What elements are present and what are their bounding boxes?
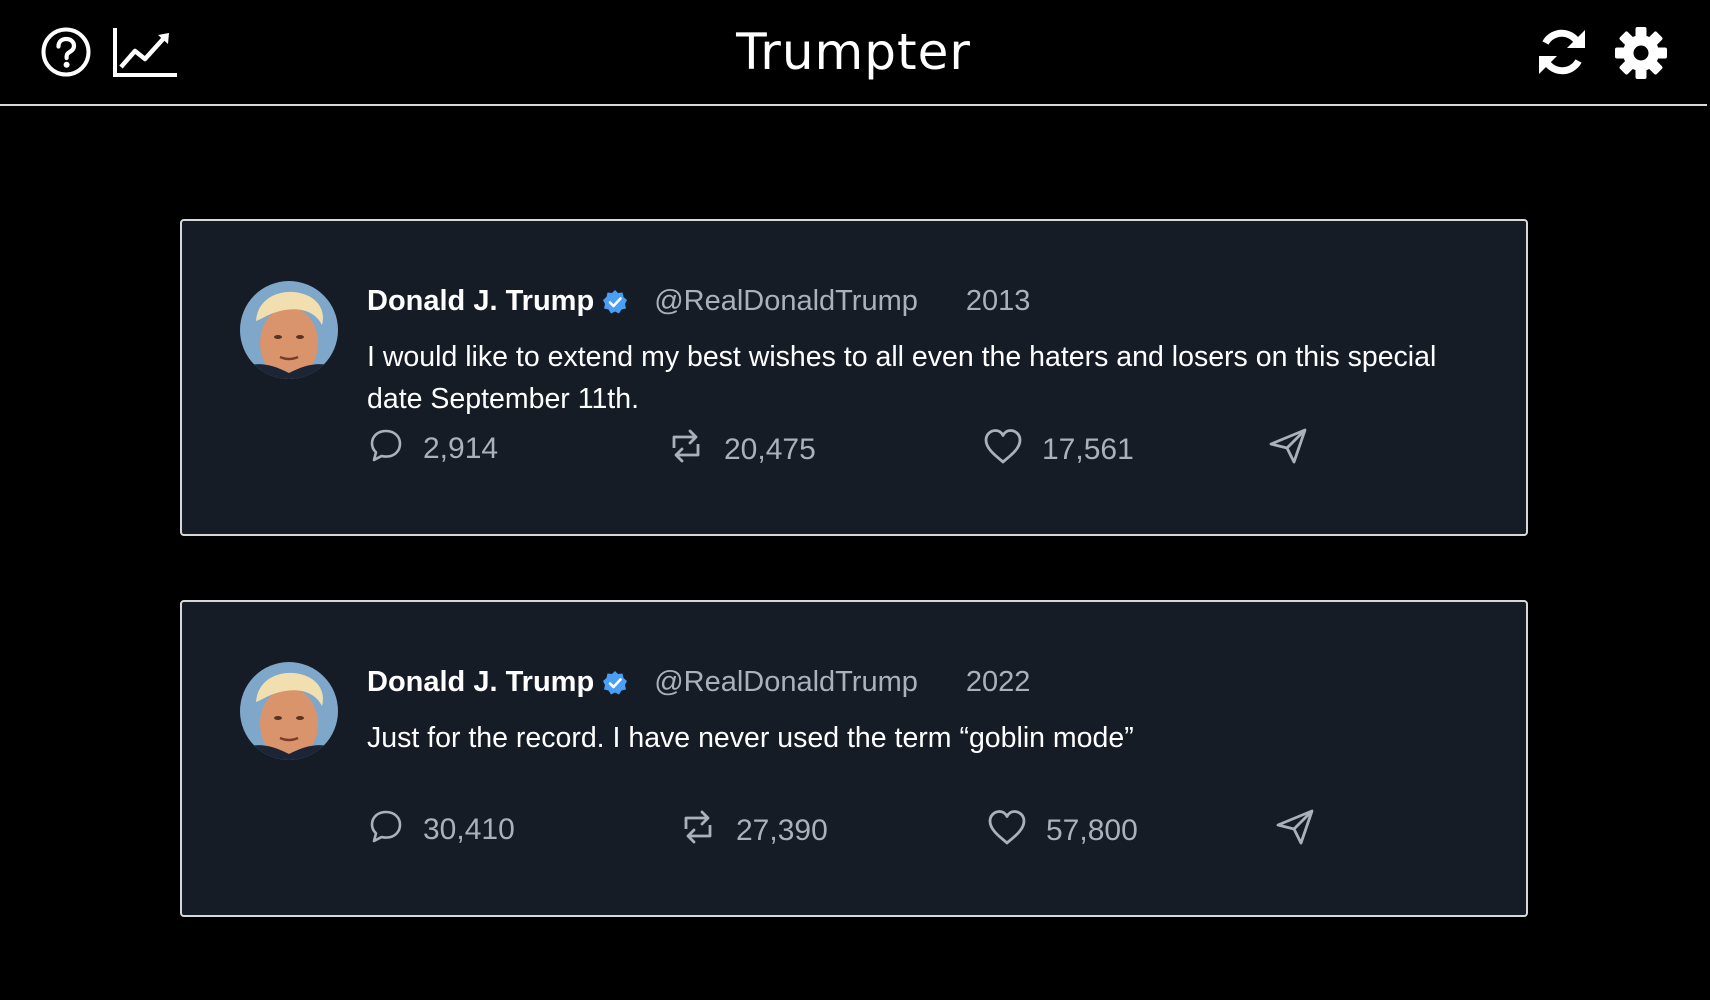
tweet-year: 2013	[965, 285, 1031, 317]
reply-button[interactable]: 2,914	[367, 426, 498, 472]
verified-badge-icon	[602, 670, 628, 696]
author-name[interactable]: Donald J. Trump	[367, 666, 594, 699]
reply-button[interactable]: 30,410	[367, 807, 515, 853]
refresh-icon[interactable]	[1534, 24, 1590, 80]
app-window: Trumpter Donald J. Trump @RealDonaldTrum…	[0, 0, 1710, 1000]
avatar[interactable]	[240, 281, 338, 379]
tweet-actions: 30,410 27,390 57,800	[367, 807, 1367, 857]
share-button[interactable]	[1267, 426, 1309, 474]
app-title: Trumpter	[736, 23, 971, 81]
comment-icon	[367, 426, 405, 472]
author-handle[interactable]: @RealDonaldTrump	[654, 285, 918, 318]
retweet-button[interactable]: 27,390	[678, 807, 828, 855]
tweet-year: 2022	[965, 666, 1031, 698]
retweet-count: 20,475	[724, 433, 816, 466]
tweet-card[interactable]: Donald J. Trump @RealDonaldTrump 2013 I …	[180, 219, 1528, 536]
share-button[interactable]	[1274, 807, 1316, 855]
tweet-header: Donald J. Trump @RealDonaldTrump 2013	[367, 285, 1030, 318]
like-count: 17,561	[1042, 433, 1134, 466]
reply-count: 2,914	[423, 432, 499, 465]
comment-icon	[367, 807, 405, 853]
tweet-text: I would like to extend my best wishes to…	[367, 341, 1437, 415]
avatar[interactable]	[240, 662, 338, 760]
tweet-text: Just for the record. I have never used t…	[367, 722, 1134, 754]
tweet-header: Donald J. Trump @RealDonaldTrump 2022	[367, 666, 1030, 699]
retweet-icon	[678, 807, 718, 855]
settings-gear-icon[interactable]	[1614, 26, 1668, 80]
like-button[interactable]: 17,561	[982, 426, 1134, 474]
reply-count: 30,410	[423, 813, 515, 846]
author-name[interactable]: Donald J. Trump	[367, 285, 594, 318]
send-icon	[1267, 426, 1309, 474]
like-button[interactable]: 57,800	[986, 807, 1138, 855]
retweet-button[interactable]: 20,475	[666, 426, 816, 474]
heart-icon	[986, 807, 1028, 855]
retweet-icon	[666, 426, 706, 474]
like-count: 57,800	[1046, 814, 1138, 847]
send-icon	[1274, 807, 1316, 855]
retweet-count: 27,390	[736, 814, 828, 847]
tweet-card[interactable]: Donald J. Trump @RealDonaldTrump 2022 Ju…	[180, 600, 1528, 917]
tweet-actions: 2,914 20,475 17,561	[367, 426, 1367, 476]
verified-badge-icon	[602, 289, 628, 315]
top-bar: Trumpter	[0, 0, 1707, 106]
author-handle[interactable]: @RealDonaldTrump	[654, 666, 918, 699]
heart-icon	[982, 426, 1024, 474]
